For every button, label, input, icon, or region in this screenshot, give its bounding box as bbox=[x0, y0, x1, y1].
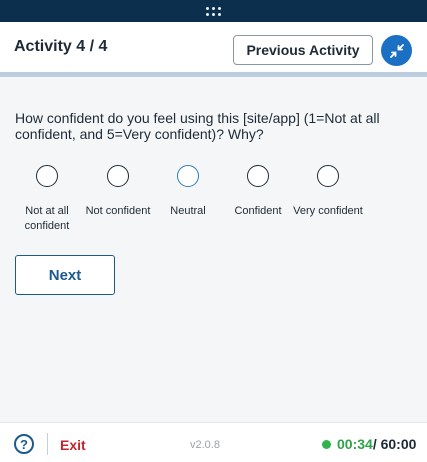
option-label: Very confident bbox=[293, 205, 363, 217]
radio-button[interactable] bbox=[177, 165, 199, 187]
rating-option-2[interactable]: Not confident bbox=[83, 165, 153, 219]
footer-divider bbox=[47, 433, 48, 455]
previous-activity-button[interactable]: Previous Activity bbox=[233, 35, 373, 65]
option-label: Not at all confident bbox=[24, 205, 70, 232]
option-label: Not confident bbox=[85, 205, 151, 217]
status-dot-icon bbox=[322, 439, 331, 449]
option-label: Confident bbox=[234, 205, 282, 217]
drag-handle-icon[interactable] bbox=[206, 6, 221, 16]
help-icon[interactable]: ? bbox=[14, 434, 34, 454]
rating-option-4[interactable]: Confident bbox=[223, 165, 293, 219]
timer-total: / 60:00 bbox=[372, 436, 417, 452]
rating-option-1[interactable]: Not at all confident bbox=[12, 165, 82, 234]
rating-options: Not at all confident Not confident Neutr… bbox=[12, 165, 412, 245]
header-divider bbox=[0, 72, 427, 77]
question-text: How confident do you feel using this [si… bbox=[15, 110, 380, 142]
exit-link[interactable]: Exit bbox=[60, 437, 86, 453]
radio-button[interactable] bbox=[247, 165, 269, 187]
version-label: v2.0.8 bbox=[190, 439, 220, 451]
activity-header: Activity 4 / 4 Previous Activity bbox=[0, 22, 427, 72]
next-button[interactable]: Next bbox=[15, 255, 115, 295]
radio-button[interactable] bbox=[317, 165, 339, 187]
timer-elapsed: 00:34 bbox=[337, 436, 373, 452]
radio-button[interactable] bbox=[107, 165, 129, 187]
rating-option-5[interactable]: Very confident bbox=[293, 165, 363, 219]
rating-option-3[interactable]: Neutral bbox=[153, 165, 223, 219]
radio-button[interactable] bbox=[36, 165, 58, 187]
option-label: Neutral bbox=[170, 205, 206, 217]
collapse-arrows-icon bbox=[389, 43, 404, 58]
drag-bar[interactable] bbox=[0, 0, 427, 22]
page-title: Activity 4 / 4 bbox=[14, 38, 108, 55]
collapse-button[interactable] bbox=[381, 35, 412, 66]
footer-bar: ? Exit v2.0.8 00:34 / 60:00 bbox=[0, 422, 427, 462]
session-timer: 00:34 / 60:00 bbox=[322, 436, 416, 452]
